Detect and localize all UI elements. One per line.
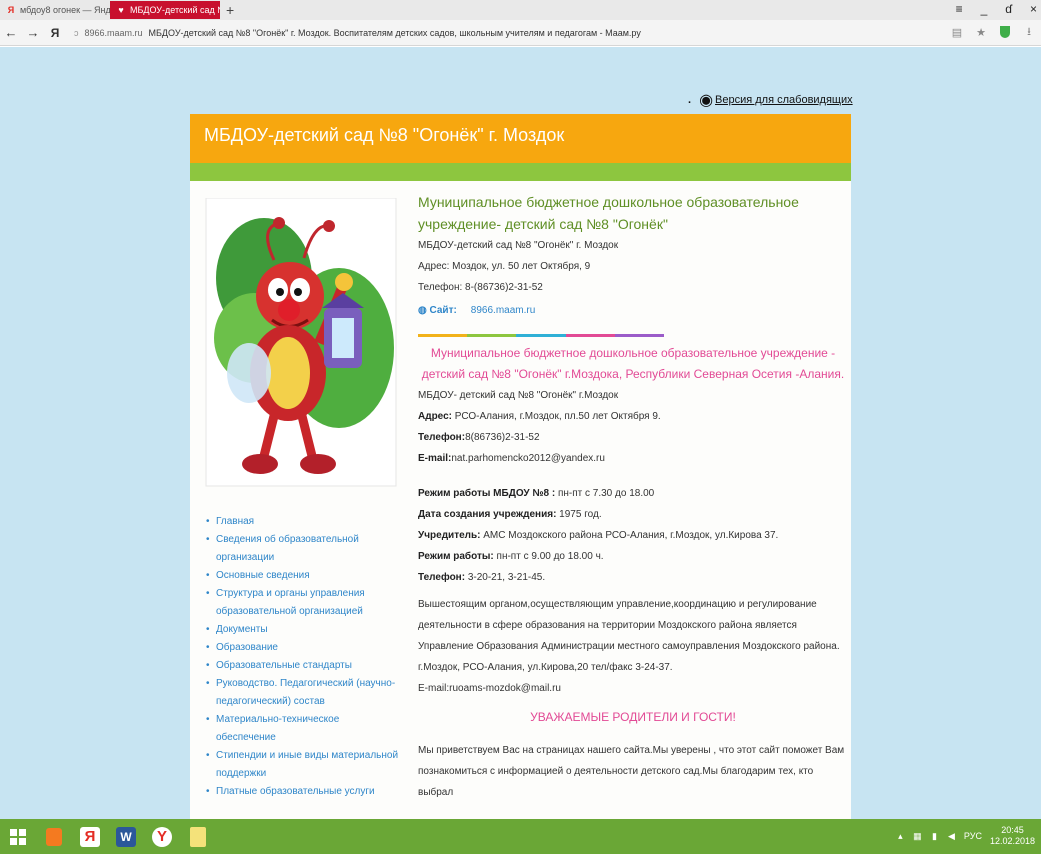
org-heading: Муниципальное бюджетное дошкольное образ… [421,346,845,381]
sidebar-item-documents[interactable]: Документы [204,621,400,639]
url-field[interactable]: ↄ 8966.maam.ru МБДОУ-детский сад №8 "Ого… [74,28,641,38]
media-player-taskbar-icon[interactable] [36,819,72,854]
minimize-button[interactable]: _ [981,2,988,16]
intro-line-name: МБДОУ-детский сад №8 "Огонёк" г. Моздок [418,240,619,251]
restore-button[interactable]: ɗ [1005,2,1012,16]
tab-label: мбдоу8 огонек — Яндекс [20,5,110,15]
heart-icon: ♥ [118,5,124,15]
word-taskbar-icon[interactable]: W [108,819,144,854]
windows-start-button[interactable] [0,819,36,854]
tab-label: МБДОУ-детский сад № [130,5,220,15]
yandex-browser-taskbar-icon[interactable]: Y [144,819,180,854]
sidebar-item-paid-services[interactable]: Платные образовательные услуги [204,783,400,801]
clock-time: 20:45 [1001,825,1024,835]
main-column: Муниципальное бюджетное дошкольное образ… [418,191,848,803]
authority-email: E-mail:ruoams-mozdok@mail.ru [418,683,561,694]
chevron-up-icon[interactable]: ▴ [896,831,905,841]
yandex-home-button[interactable]: Я [44,26,66,40]
sidebar-item-education[interactable]: Образование [204,639,400,657]
network-icon[interactable]: ▦ [913,831,922,841]
refresh-icon[interactable]: ↄ [74,28,79,38]
language-indicator[interactable]: РУС [964,831,982,841]
page-viewport: . ◉ Версия для слабовидящих МБДОУ-детски… [0,47,1041,819]
bookmark-star-icon[interactable]: ★ [975,25,987,39]
browser-tab-bar: Я мбдоу8 огонек — Яндекс ♥ МБДОУ-детский… [0,0,1041,20]
authority-address: г.Моздок, РСО-Алания, ул.Кирова,20 тел/ф… [418,662,673,673]
site-header: МБДОУ-детский сад №8 "Огонёк" г. Моздок [190,114,851,163]
new-tab-button[interactable]: + [220,2,240,18]
download-icon[interactable]: ⭳ [1023,25,1035,39]
content-area: Главная Сведения об образовательной орга… [190,181,851,819]
sidebar-item-staff[interactable]: Руководство. Педагогический (научно-педа… [204,675,400,711]
sidebar-item-structure[interactable]: Структура и органы управления образовате… [204,585,400,621]
authority-text: Вышестоящим органом,осуществляющим управ… [418,599,840,652]
org-phone: Телефон:8(86736)2-31-52 [418,432,540,443]
schedule-founder: Учредитель: АМС Моздокского района РСО-А… [418,530,779,541]
intro-line-phone: Телефон: 8-(86736)2-31-52 [418,282,543,293]
url-domain: 8966.maam.ru [84,27,143,38]
bullet: . [688,94,692,106]
schedule-mode: Режим работы МБДОУ №8 : пн-пт с 7.30 до … [418,488,655,499]
sidebar-item-scholarships[interactable]: Стипендии и иные виды материальной подде… [204,747,400,783]
sidebar-item-standards[interactable]: Образовательные стандарты [204,657,400,675]
windows-taskbar: Я W Y ▴ ▦ ▮ ◀ РУС 20:45 12.02.2018 [0,819,1041,854]
rainbow-divider [418,334,665,337]
site-link-row: ◍ Сайт: 8966.maam.ru [418,302,848,319]
window-controls: ≡ _ ɗ × [956,2,1037,16]
reader-mode-icon[interactable]: ▤ [951,25,963,39]
back-button[interactable]: ← [0,25,22,40]
forward-button[interactable]: → [22,25,44,40]
sidebar-item-basic-info[interactable]: Основные сведения [204,567,400,585]
org-name: МБДОУ- детский сад №8 "Огонёк" г.Моздок [418,390,619,401]
greeting-text: Мы приветствуем Вас на страницах нашего … [418,745,845,798]
protect-shield-icon[interactable] [999,25,1011,39]
org-address: Адрес: РСО-Алания, г.Моздок, пл.50 лет О… [418,411,661,422]
visually-impaired-label: Версия для слабовидящих [715,94,853,106]
sidebar-item-home[interactable]: Главная [204,513,400,531]
eye-icon: ◉ [699,92,714,109]
globe-icon: ◍ [418,305,427,316]
close-window-button[interactable]: × [1030,2,1037,16]
visually-impaired-version-link[interactable]: . ◉ Версия для слабовидящих [688,90,853,110]
yandex-icon: Я [7,5,15,15]
org-email: E-mail:nat.parhomencko2012@yandex.ru [418,453,605,464]
intro-line-address: Адрес: Моздок, ул. 50 лет Октября, 9 [418,261,591,272]
site-title[interactable]: МБДОУ-детский сад №8 "Огонёк" г. Моздок [204,125,564,146]
ladybug-mascot-image [205,198,397,487]
tab-mbdou[interactable]: ♥ МБДОУ-детский сад № × [110,1,220,19]
site-label: ◍ Сайт: [418,305,457,316]
schedule-phone: Телефон: 3-20-21, 3-21-45. [418,572,546,583]
clock-date: 12.02.2018 [989,836,1035,846]
volume-icon[interactable]: ◀ [947,831,956,841]
notes-taskbar-icon[interactable] [180,819,216,854]
site-link[interactable]: 8966.maam.ru [471,302,535,319]
tab-yandex-search[interactable]: Я мбдоу8 огонек — Яндекс [0,1,110,19]
yandex-taskbar-icon[interactable]: Я [72,819,108,854]
header-green-bar [190,163,851,181]
sidebar-item-facilities[interactable]: Материально-техническое обеспечение [204,711,400,747]
sidebar-item-org-info[interactable]: Сведения об образовательной организации [204,531,400,567]
clock[interactable]: 20:45 12.02.2018 [990,825,1035,847]
schedule-work: Режим работы: пн-пт с 9.00 до 18.00 ч. [418,551,604,562]
system-tray: ▴ ▦ ▮ ◀ РУС 20:45 12.02.2018 [896,825,1035,847]
sidebar-menu: Главная Сведения об образовательной орга… [204,513,400,801]
address-bar: ← → Я ↄ 8966.maam.ru МБДОУ-детский сад №… [0,20,1041,46]
intro-heading: Муниципальное бюджетное дошкольное образ… [418,194,799,232]
battery-icon[interactable]: ▮ [930,831,939,841]
url-page-title: МБДОУ-детский сад №8 "Огонёк" г. Моздок.… [148,27,641,38]
windows-logo-icon [10,828,26,845]
address-bar-actions: ▤ ★ ⭳ [951,25,1035,39]
schedule-created: Дата создания учреждения: 1975 год. [418,509,602,520]
greeting-heading: УВАЖАЕМЫЕ РОДИТЕЛИ И ГОСТИ! [530,710,736,724]
menu-button[interactable]: ≡ [956,2,963,16]
